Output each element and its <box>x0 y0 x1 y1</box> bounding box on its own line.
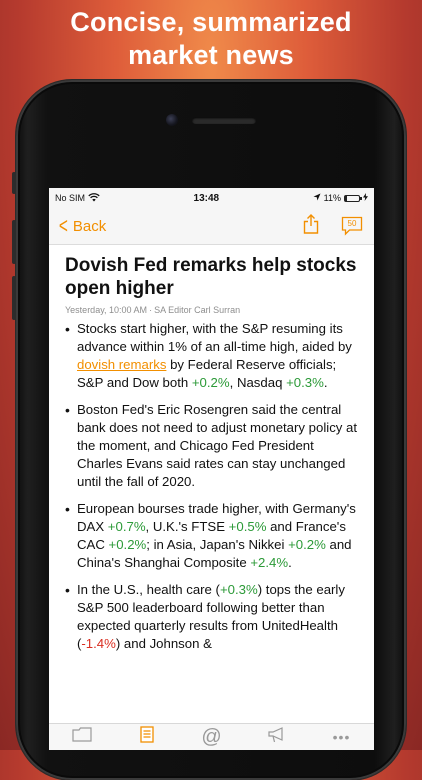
status-time: 13:48 <box>193 192 220 204</box>
summary-bullets: Stocks start higher, with the S&P resumi… <box>65 320 360 653</box>
change-value: +0.2% <box>191 375 230 390</box>
change-value: +0.5% <box>228 519 267 534</box>
earpiece-speaker <box>192 117 256 124</box>
megaphone-icon <box>267 726 286 748</box>
tab-mentions[interactable]: @ <box>197 726 227 748</box>
folder-icon <box>71 727 92 747</box>
share-icon[interactable] <box>303 213 319 239</box>
volume-down-button <box>12 276 16 320</box>
phone-screen: No SIM 13:48 11% < Back 50 Dovish Fed re… <box>49 188 374 750</box>
document-icon <box>139 726 154 748</box>
back-button[interactable]: < Back <box>57 213 107 238</box>
article-author: SA Editor Carl Surran <box>154 305 241 315</box>
change-value: +0.2% <box>288 537 326 552</box>
comment-bubble-icon[interactable]: 50 <box>341 216 363 236</box>
bullet-text: ) and Johnson & <box>115 636 212 651</box>
dovish-remarks-link[interactable]: dovish remarks <box>77 357 166 372</box>
back-label: Back <box>72 217 107 235</box>
change-value: +2.4% <box>250 555 289 570</box>
tab-bar: @ ••• <box>49 723 374 750</box>
bullet-text: , U.K.'s FTSE <box>145 519 229 534</box>
article-date: Yesterday, 10:00 AM <box>65 305 148 315</box>
chevron-left-icon: < <box>58 213 68 238</box>
front-camera <box>166 114 178 126</box>
bullet-item: European bourses trade higher, with Germ… <box>65 500 360 572</box>
bullet-item: In the U.S., health care (+0.3%) tops th… <box>65 581 360 653</box>
bullet-item: Stocks start higher, with the S&P resumi… <box>65 320 360 392</box>
article-title: Dovish Fed remarks help stocks open high… <box>65 255 357 299</box>
tab-news[interactable] <box>132 726 162 748</box>
article-byline: Yesterday, 10:00 AM · SA Editor Carl Surra… <box>65 305 360 315</box>
wifi-icon <box>88 192 100 204</box>
bullet-text: . <box>323 375 328 390</box>
change-value: +0.2% <box>108 537 147 552</box>
navigation-bar: < Back 50 <box>49 208 374 245</box>
more-icon: ••• <box>332 729 351 745</box>
volume-up-button <box>12 220 16 264</box>
change-value: +0.7% <box>107 519 146 534</box>
tab-more[interactable]: ••• <box>327 726 357 748</box>
bullet-item: Boston Fed's Eric Rosengren said the cen… <box>65 401 360 491</box>
location-arrow-icon <box>313 193 321 203</box>
byline-separator: · <box>149 305 153 315</box>
bolt-icon <box>362 193 368 203</box>
promo-headline-line1: Concise, summarized <box>70 7 352 37</box>
promo-headline-line2: market news <box>128 40 294 70</box>
comment-count: 50 <box>347 219 357 228</box>
status-bar: No SIM 13:48 11% <box>49 188 374 208</box>
change-value: +0.3% <box>286 375 324 390</box>
change-value: +0.3% <box>219 582 258 597</box>
promo-headline: Concise, summarized market news <box>0 6 422 72</box>
at-sign-icon: @ <box>201 726 222 748</box>
article-content: Dovish Fed remarks help stocks open high… <box>49 245 374 653</box>
tab-alerts[interactable] <box>262 726 292 748</box>
bullet-text: Stocks start higher, with the S&P resumi… <box>77 321 352 354</box>
bullet-text: , Nasdaq <box>229 375 287 390</box>
tab-folder[interactable] <box>67 726 97 748</box>
bullet-text: ; in Asia, Japan's Nikkei <box>146 537 289 552</box>
bullet-text: . <box>288 555 292 570</box>
bullet-text: In the U.S., health care ( <box>77 582 220 597</box>
bullet-text: Boston Fed's Eric Rosengren said the cen… <box>77 402 358 489</box>
battery-percent: 11% <box>323 193 341 203</box>
battery-icon <box>343 194 362 202</box>
mute-switch <box>12 172 16 194</box>
carrier-label: No SIM <box>55 193 86 203</box>
change-value: -1.4% <box>81 636 116 651</box>
